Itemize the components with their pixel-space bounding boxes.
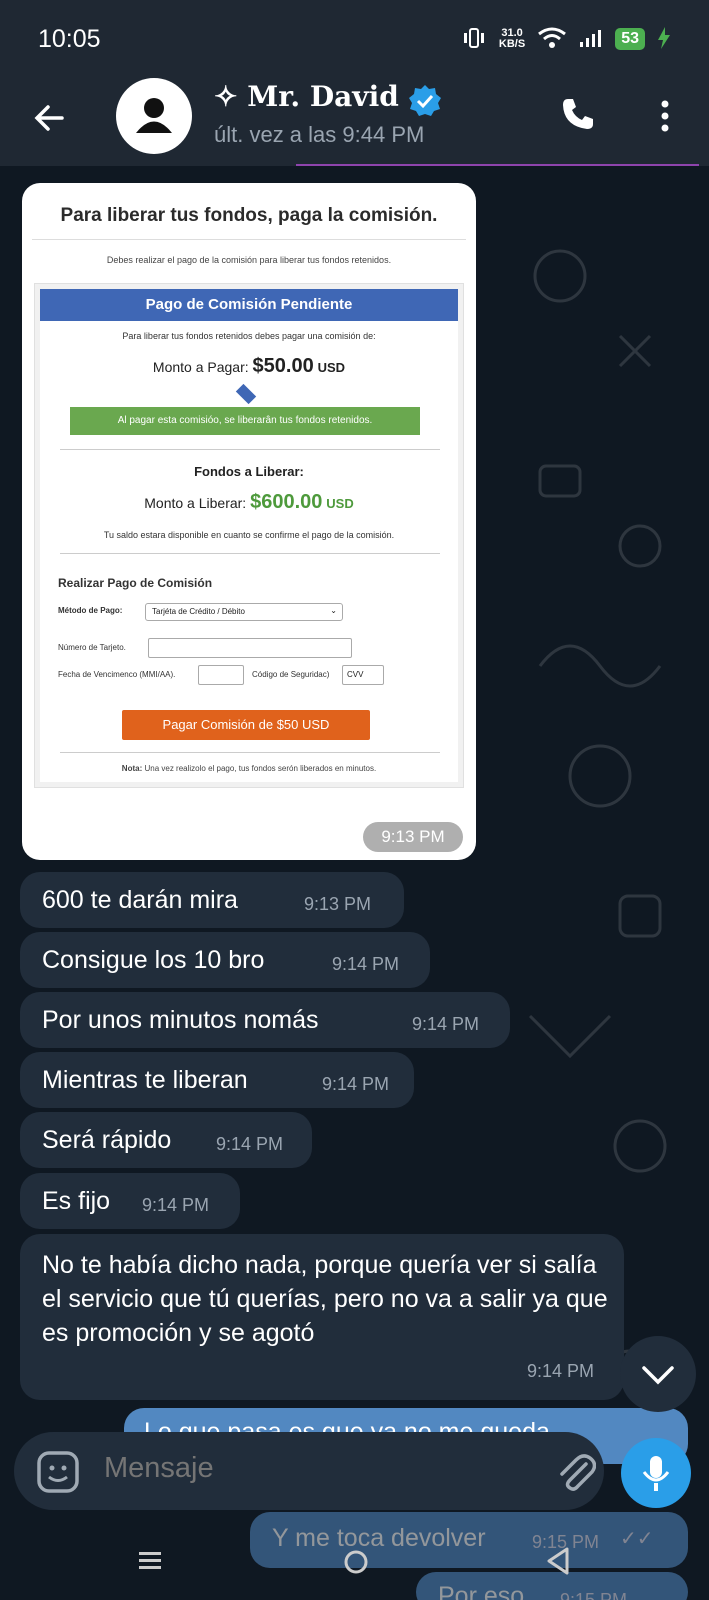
message-time: 9:14 PM <box>322 1074 390 1094</box>
payment-method-value: Tarjéta de Crédito / Débito <box>152 607 245 616</box>
message-bubble[interactable]: Será rápido 9:14 PM <box>20 1112 312 1168</box>
microphone-icon <box>642 1456 670 1491</box>
home-button[interactable] <box>342 1548 370 1581</box>
divider <box>60 752 440 753</box>
method-label: Método de Pago: <box>58 606 123 615</box>
message-bubble[interactable]: Por unos minutos nomás 9:14 PM <box>20 992 510 1048</box>
message-time: 9:14 PM <box>332 954 400 974</box>
network-speed-unit: KB/S <box>498 38 526 50</box>
message-time: 9:13 PM <box>304 894 372 914</box>
bluetooth-vibrate-icon <box>461 27 487 52</box>
verified-badge-icon <box>408 84 442 118</box>
payment-method-select: Tarjéta de Crédito / Débito ⌄ <box>145 603 343 621</box>
cvv-field: CVV <box>342 665 384 685</box>
doc-title: Para liberar tus fondos, paga la comisió… <box>60 205 438 226</box>
chevron-down-icon <box>642 1366 674 1385</box>
chat-header: ✧ Mr. David últ. vez a las 9:44 PM <box>0 78 709 166</box>
person-icon <box>136 98 172 133</box>
message-bubble[interactable]: Mientras te liberan 9:14 PM <box>20 1052 414 1108</box>
note-text: Una vez realizolo el pago, tus fondos se… <box>144 764 377 773</box>
expiry-label: Fecha de Vencimenco (MMI/AA). <box>58 670 176 679</box>
release-label: Monto a Liberar: <box>144 495 247 511</box>
message-bubble[interactable]: Es fijo 9:14 PM <box>20 1173 240 1229</box>
form-title: Realizar Pago de Comisión <box>58 576 213 590</box>
more-options-button[interactable] <box>650 96 680 136</box>
message-bubble[interactable]: 600 te darán mira 9:13 PM <box>20 872 404 928</box>
note: Nota: Una vez realizolo el pago, tus fon… <box>40 764 458 773</box>
doc-divider <box>32 239 466 240</box>
wifi-icon <box>537 26 567 53</box>
message-time: 9:14 PM <box>412 1014 480 1034</box>
commission-card-inner: Pago de Comisión Pendiente Para liberar … <box>40 289 458 782</box>
card-number-field <box>148 638 352 658</box>
image-timestamp: 9:13 PM <box>363 822 463 852</box>
signal-icon <box>579 28 603 51</box>
pay-currency: USD <box>317 360 346 375</box>
note-bold: Nota: <box>121 764 143 773</box>
sticker-icon[interactable] <box>36 1450 80 1499</box>
pay-commission-button: Pagar Comisión de $50 USD <box>122 710 370 740</box>
chevron-down-icon: ⌄ <box>330 606 337 615</box>
message-text: 600 te darán mira <box>42 886 238 914</box>
card-number-label: Número de Tarjeto. <box>58 643 126 652</box>
cvv-label: Código de Seguridac) <box>252 670 330 679</box>
status-bar: 10:05 31.0 KB/S 53 <box>0 0 709 78</box>
release-amount-row: Monto a Liberar: $600.00 USD <box>40 491 458 514</box>
message-text: Consigue los 10 bro <box>42 946 265 974</box>
pay-label: Monto a Pagar: <box>152 359 249 375</box>
battery-level: 53 <box>615 28 645 50</box>
green-notice: Al pagar esta comisióo, se liberarân tus… <box>70 407 420 435</box>
card-title: Pago de Comisión Pendiente <box>40 289 458 321</box>
divider <box>60 553 440 554</box>
contact-name[interactable]: ✧ Mr. David <box>214 80 399 113</box>
message-text: Es fijo <box>42 1187 111 1215</box>
scroll-down-button[interactable] <box>620 1336 696 1412</box>
call-button[interactable] <box>560 96 600 136</box>
expiry-field <box>198 665 244 685</box>
message-text: Será rápido <box>42 1126 172 1154</box>
last-seen: últ. vez a las 9:44 PM <box>214 122 425 147</box>
message-time: 9:14 PM <box>142 1195 210 1215</box>
release-currency: USD <box>326 496 354 511</box>
message-bubble[interactable]: No te había dicho nada, porque quería ve… <box>20 1234 624 1400</box>
arrow-left-icon <box>34 105 64 131</box>
commission-text: Para liberar tus fondos retenidos debes … <box>122 331 376 341</box>
phone-icon <box>563 99 593 129</box>
message-text: Mientras te liberan <box>42 1066 248 1094</box>
charging-icon <box>657 26 671 52</box>
status-time: 10:05 <box>38 24 101 53</box>
attach-icon[interactable] <box>556 1450 597 1499</box>
release-title: Fondos a Liberar: <box>194 464 304 479</box>
pay-amount: $50.00 <box>252 355 314 377</box>
commission-card: Pago de Comisión Pendiente Para liberar … <box>34 283 464 788</box>
divider <box>60 449 440 450</box>
message-composer <box>14 1432 604 1510</box>
kebab-menu-icon <box>661 100 669 132</box>
diamond-icon <box>235 383 257 405</box>
message-text: No te había dicho nada, porque quería ve… <box>42 1251 608 1347</box>
network-speed: 31.0 KB/S <box>499 28 525 50</box>
pay-amount-row: Monto a Pagar: $50.00 USD <box>40 355 458 378</box>
release-amount: $600.00 <box>250 491 323 513</box>
avatar[interactable] <box>116 78 192 154</box>
recent-apps-button[interactable] <box>137 1548 163 1579</box>
message-text: Por unos minutos nomás <box>42 1006 319 1034</box>
image-message[interactable]: Para liberar tus fondos, paga la comisió… <box>22 183 476 860</box>
message-bubble[interactable]: Consigue los 10 bro 9:14 PM <box>20 932 430 988</box>
voice-record-button[interactable] <box>621 1438 691 1508</box>
system-navigation-bar <box>0 1530 709 1600</box>
doc-subtitle: Debes realizar el pago de la comisión pa… <box>106 255 392 265</box>
status-icons: 31.0 KB/S 53 <box>461 26 671 53</box>
back-nav-button[interactable] <box>545 1546 571 1581</box>
message-time: 9:14 PM <box>526 1361 594 1381</box>
back-button[interactable] <box>30 98 70 138</box>
balance-note: Tu saldo estara disponible en cuanto se … <box>103 530 395 540</box>
message-time: 9:14 PM <box>216 1134 284 1154</box>
message-input[interactable] <box>104 1452 481 1485</box>
